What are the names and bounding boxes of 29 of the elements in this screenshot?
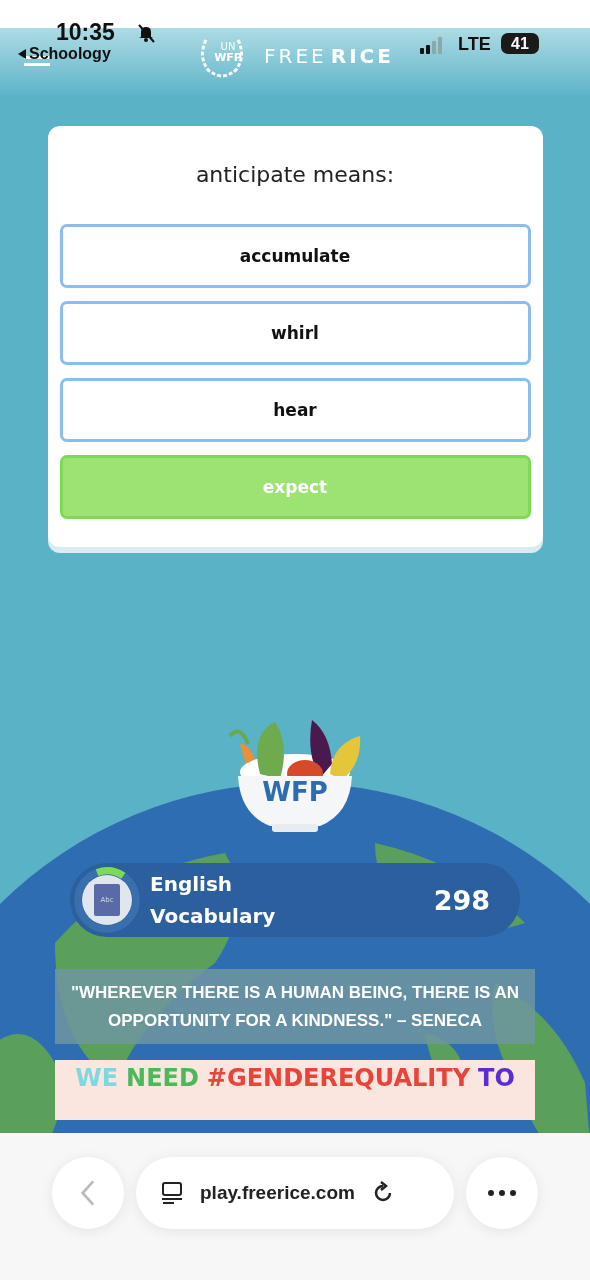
url-text: play.freerice.com xyxy=(200,1182,355,1204)
back-triangle-icon xyxy=(18,49,26,59)
more-icon xyxy=(487,1189,517,1197)
signal-icon xyxy=(420,36,444,54)
quote-text: "WHEREVER THERE IS A HUMAN BEING, THERE IS AN OPPORTUNITY FOR A KINDNESS." – SENECA xyxy=(69,981,521,1032)
network-type: LTE xyxy=(458,34,491,55)
brand-text: RICE xyxy=(330,43,394,68)
brand-text: FREE xyxy=(264,43,327,68)
banner-word: TO xyxy=(478,1064,515,1092)
back-to-app-link[interactable]: Schoology xyxy=(18,45,111,63)
bowl-label: WFP xyxy=(262,779,328,805)
banner-word: WE xyxy=(75,1064,119,1092)
answer-option[interactable]: whirl xyxy=(59,301,531,365)
address-bar[interactable]: play.freerice.com xyxy=(136,1157,454,1229)
muted-bell-icon xyxy=(136,23,156,43)
battery-level: 41 xyxy=(501,33,539,54)
question-text: anticipate means: xyxy=(195,162,395,187)
chevron-left-icon xyxy=(79,1179,97,1207)
status-time: 10:35 xyxy=(56,19,115,46)
answer-option[interactable]: hear xyxy=(59,378,531,442)
logo-text: UN xyxy=(220,42,236,52)
progress-ring xyxy=(74,867,140,933)
banner-word: NEED xyxy=(126,1064,199,1092)
logo-text: WFP xyxy=(214,52,242,63)
score-count: 298 xyxy=(433,884,490,916)
answer-option[interactable]: accumulate xyxy=(59,224,531,288)
banner-word: #GENDEREQUALITY xyxy=(206,1064,471,1092)
category-title: English Vocabulary xyxy=(150,871,277,930)
tabs-icon[interactable] xyxy=(160,1181,184,1205)
